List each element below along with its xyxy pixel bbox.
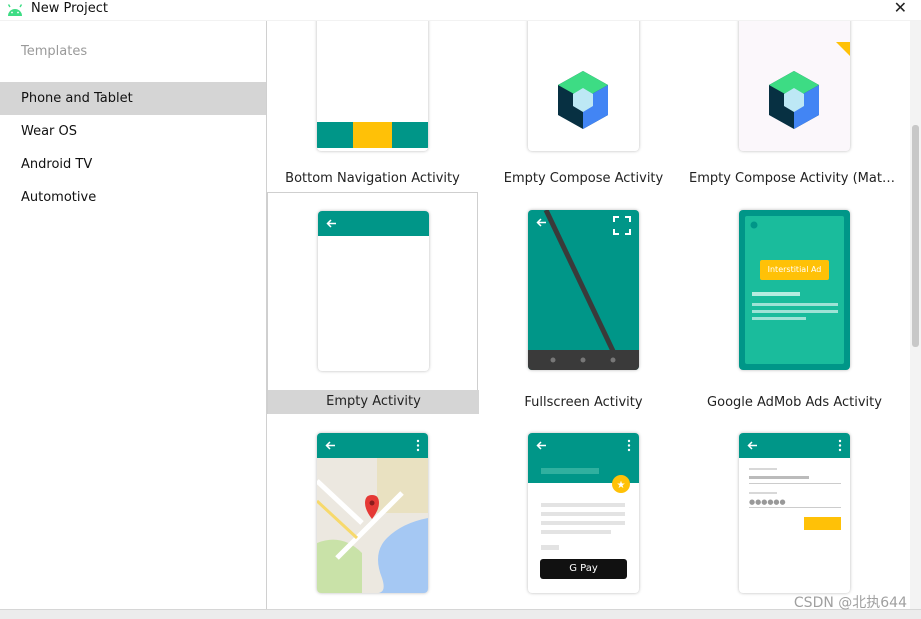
template-card-google-pay[interactable]: ★ G Pay xyxy=(478,414,689,609)
google-pay-button-text: G Pay xyxy=(569,563,598,574)
close-icon[interactable]: ✕ xyxy=(894,0,907,17)
template-label: Empty Activity xyxy=(268,390,479,414)
scrollbar-thumb[interactable] xyxy=(912,125,919,347)
template-label: Bottom Navigation Activity xyxy=(285,171,460,186)
svg-text:★: ★ xyxy=(617,480,626,491)
admob-preview-icon xyxy=(745,216,844,364)
template-card-empty-compose[interactable]: Empty Compose Activity xyxy=(478,21,689,192)
sidebar-item-wear-os[interactable]: Wear OS xyxy=(0,115,266,148)
watermark: CSDN @北执644 xyxy=(793,595,907,611)
template-preview: Interstitial Ad xyxy=(739,210,850,370)
bottom-bar xyxy=(0,609,921,619)
sidebar-item-phone-and-tablet[interactable]: Phone and Tablet xyxy=(0,82,266,115)
jetpack-compose-icon xyxy=(769,42,850,129)
sidebar-item-android-tv[interactable]: Android TV xyxy=(0,148,266,181)
interstitial-ad-text: Interstitial Ad xyxy=(767,265,822,274)
template-label: Google AdMob Ads Activity xyxy=(707,395,882,410)
template-label: Empty Compose Activity xyxy=(503,171,664,186)
template-card-empty-compose-material[interactable]: Empty Compose Activity (Material... xyxy=(689,21,900,192)
template-card-bottom-navigation[interactable]: Bottom Navigation Activity xyxy=(267,21,478,192)
login-preview-icon: ●●●●●● xyxy=(739,433,850,530)
template-preview: ★ G Pay xyxy=(528,433,639,593)
template-card-empty-activity[interactable]: Empty Activity xyxy=(267,192,479,414)
template-card-admob-ads[interactable]: Interstitial Ad Google AdMob Ads Activit… xyxy=(689,192,900,414)
template-preview xyxy=(528,210,639,370)
android-logo-icon xyxy=(7,4,23,16)
vertical-scrollbar[interactable] xyxy=(910,21,921,609)
template-grid: Bottom Navigation Activity Empty Compose… xyxy=(267,21,910,609)
template-preview xyxy=(317,21,428,151)
title-bar: New Project ✕ xyxy=(0,0,921,20)
template-label: Empty Compose Activity (Material... xyxy=(689,171,900,186)
svg-text:●●●●●●: ●●●●●● xyxy=(749,498,786,506)
map-preview-icon xyxy=(317,433,428,593)
fullscreen-preview-icon xyxy=(528,210,639,370)
bottom-navigation-preview-icon xyxy=(317,122,428,148)
template-preview xyxy=(318,211,429,371)
templates-sidebar: Templates Phone and Tablet Wear OS Andro… xyxy=(0,21,267,609)
template-preview: ●●●●●● xyxy=(739,433,850,593)
template-card-google-maps[interactable] xyxy=(267,414,478,609)
template-preview xyxy=(317,433,428,593)
template-card-fullscreen-activity[interactable]: Fullscreen Activity xyxy=(478,192,689,414)
template-preview xyxy=(739,21,850,151)
empty-activity-preview-icon xyxy=(318,211,429,236)
template-label: Fullscreen Activity xyxy=(524,395,643,410)
sidebar-header: Templates xyxy=(21,44,88,59)
jetpack-compose-icon xyxy=(558,71,608,129)
template-preview xyxy=(528,21,639,151)
sidebar-item-automotive[interactable]: Automotive xyxy=(0,181,266,214)
template-card-login-activity[interactable]: ●●●●●● xyxy=(689,414,900,609)
window-title: New Project xyxy=(31,1,108,16)
